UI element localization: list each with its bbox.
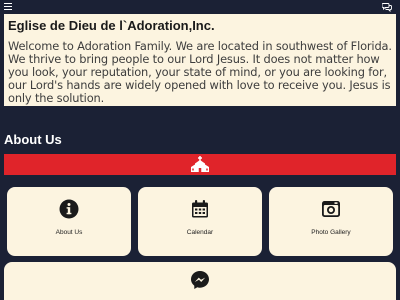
calendar-label: Calendar [186,229,214,236]
calendar-icon [192,200,208,218]
about-us-heading: About Us [4,132,62,147]
about-us-card[interactable]: About Us [7,187,131,256]
church-banner[interactable] [4,154,396,175]
top-bar [0,0,400,14]
calendar-card[interactable]: Calendar [138,187,262,256]
church-icon [191,156,209,172]
photo-gallery-card[interactable]: Photo Gallery [269,187,393,256]
hamburger-menu-icon[interactable] [4,3,12,10]
messenger-icon [191,271,209,289]
camera-icon [322,201,340,217]
chat-bubbles-icon[interactable] [382,2,392,12]
messenger-card[interactable] [4,262,396,300]
welcome-panel: Eglise de Dieu de l`Adoration,Inc. Welco… [4,14,396,106]
info-icon [59,199,79,219]
church-name-title: Eglise de Dieu de l`Adoration,Inc. [8,18,215,33]
about-us-label: About Us [55,229,83,236]
welcome-text: Welcome to Adoration Family. We are loca… [8,39,392,105]
photo-gallery-label: Photo Gallery [311,229,351,236]
